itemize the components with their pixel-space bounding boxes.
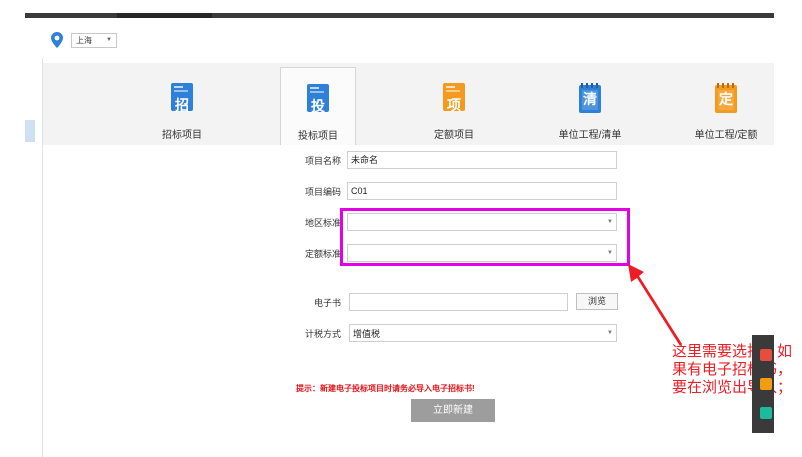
region-standard-label: 地区标准 <box>304 217 341 228</box>
location-bar: 上海 ▼ <box>51 32 117 48</box>
highlight-box <box>340 208 630 266</box>
category-label: 定额项目 <box>434 130 474 141</box>
create-now-button[interactable]: 立即新建 <box>411 399 495 422</box>
project-name-row: 项目名称 未命名 <box>297 151 617 169</box>
category-glyph: 定 <box>719 91 733 107</box>
browse-button[interactable]: 浏览 <box>576 293 618 310</box>
category-glyph: 招 <box>175 97 189 113</box>
category-label: 单位工程/定额 <box>694 130 758 141</box>
category-glyph: 清 <box>583 91 597 107</box>
window-top-bar <box>25 13 774 18</box>
category-quota-project[interactable]: 项 定额项目 <box>416 67 492 143</box>
city-select-value: 上海 <box>76 35 92 45</box>
share-icon[interactable] <box>760 407 772 419</box>
annotation-text: 这里需要选择，如果有电子招标书，要在浏览出导入； <box>672 343 793 396</box>
category-label: 投标项目 <box>298 131 338 142</box>
category-glyph: 投 <box>311 98 325 114</box>
feedback-icon[interactable] <box>760 349 772 361</box>
location-pin-icon <box>51 32 63 48</box>
top-bar-active-segment <box>117 13 212 18</box>
ebook-label: 电子书 <box>313 297 341 308</box>
category-label: 招标项目 <box>162 130 202 141</box>
ebook-path-input[interactable] <box>349 293 568 311</box>
tax-method-value: 增值税 <box>353 328 381 339</box>
category-glyph: 项 <box>447 97 461 113</box>
tax-method-label: 计税方式 <box>304 328 341 339</box>
category-bid-project[interactable]: 投 投标项目 <box>280 67 356 145</box>
project-code-row: 项目编码 C01 <box>297 182 617 200</box>
project-code-input[interactable]: C01 <box>347 182 617 200</box>
chevron-down-icon: ▼ <box>607 330 613 336</box>
project-type-bar: 招 招标项目 投 投标项目 项 定额项目 清 单位工程/清单 定 单位工程/定额 <box>43 63 774 145</box>
category-unit-quota[interactable]: 定 单位工程/定额 <box>688 67 764 143</box>
chevron-down-icon: ▼ <box>106 37 112 43</box>
project-code-label: 项目编码 <box>304 186 341 197</box>
quota-standard-label: 定额标准 <box>304 248 341 259</box>
city-select[interactable]: 上海 ▼ <box>71 32 117 48</box>
category-tender-project[interactable]: 招 招标项目 <box>144 67 220 143</box>
tax-method-row: 计税方式 增值税 ▼ <box>297 324 617 342</box>
ebook-row: 电子书 <box>297 293 568 311</box>
side-tab-marker[interactable] <box>25 120 35 142</box>
project-name-label: 项目名称 <box>304 155 341 166</box>
category-label: 单位工程/清单 <box>558 130 622 141</box>
category-unit-bill[interactable]: 清 单位工程/清单 <box>552 67 628 143</box>
import-hint: 提示：新建电子投标项目时请务必导入电子招标书! <box>296 384 475 393</box>
project-name-input[interactable]: 未命名 <box>347 151 617 169</box>
tax-method-select[interactable]: 增值税 ▼ <box>349 324 617 342</box>
message-icon[interactable] <box>760 378 772 390</box>
